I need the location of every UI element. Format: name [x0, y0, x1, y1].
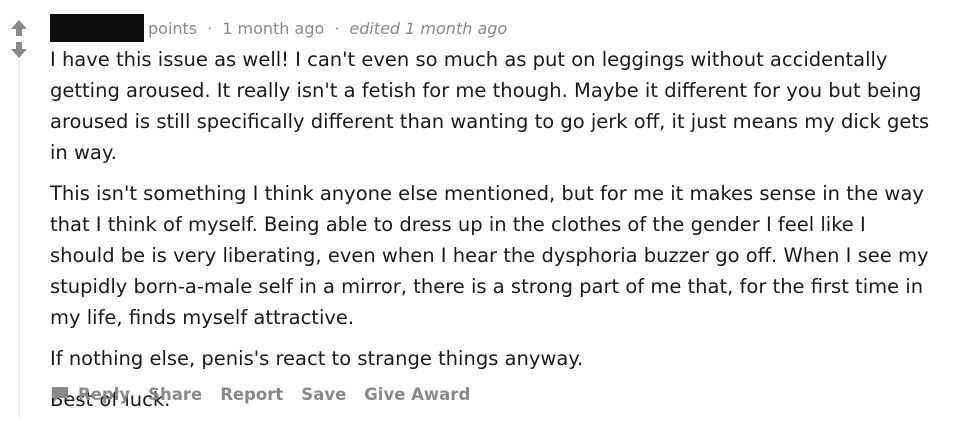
- report-button[interactable]: Report: [220, 385, 283, 404]
- reply-button[interactable]: Reply: [50, 384, 130, 404]
- save-button[interactable]: Save: [301, 385, 346, 404]
- thread-line[interactable]: [18, 60, 20, 418]
- vote-controls: [8, 18, 30, 60]
- give-award-button[interactable]: Give Award: [364, 385, 470, 404]
- points-label: points: [148, 18, 198, 38]
- comment-body: I have this issue as well! I can't even …: [50, 44, 930, 425]
- upvote-arrow-icon[interactable]: [9, 18, 29, 38]
- comment-meta: points · 1 month ago · edited 1 month ag…: [50, 14, 507, 42]
- edited-label: edited 1 month ago: [349, 18, 508, 38]
- share-button[interactable]: Share: [148, 385, 202, 404]
- redacted-username: [50, 14, 144, 42]
- comment-paragraph: I have this issue as well! I can't even …: [50, 48, 930, 164]
- comment-paragraph: If nothing else, penis's react to strang…: [50, 347, 584, 370]
- comment-actions: Reply Share Report Save Give Award: [50, 380, 488, 408]
- speech-bubble-icon: [50, 384, 70, 404]
- meta-separator: ·: [207, 18, 213, 38]
- downvote-arrow-icon[interactable]: [9, 40, 29, 60]
- comment-paragraph: This isn't something I think anyone else…: [50, 182, 929, 329]
- timestamp[interactable]: 1 month ago: [222, 19, 324, 38]
- reply-label: Reply: [78, 384, 131, 404]
- meta-separator: ·: [334, 18, 340, 38]
